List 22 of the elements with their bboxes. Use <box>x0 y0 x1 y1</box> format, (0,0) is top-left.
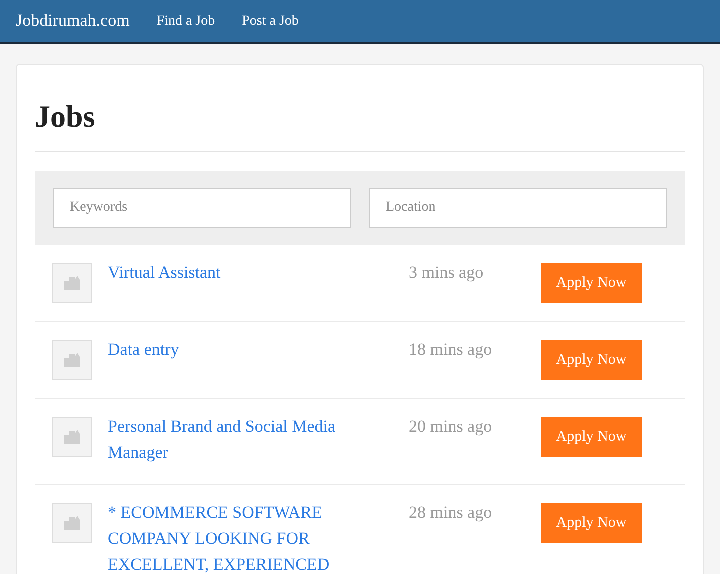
building-icon <box>64 276 80 290</box>
job-title-link[interactable]: Data entry <box>108 337 398 363</box>
apply-button[interactable]: Apply Now <box>541 263 642 303</box>
job-title-link[interactable]: Personal Brand and Social Media Manager <box>108 414 398 466</box>
building-icon <box>64 516 80 530</box>
apply-button[interactable]: Apply Now <box>541 503 642 543</box>
page-title: Jobs <box>35 101 685 152</box>
posted-time: 20 mins ago <box>409 416 494 438</box>
posted-time: 28 mins ago <box>409 502 494 524</box>
building-icon <box>64 353 80 367</box>
job-title-link[interactable]: Virtual Assistant <box>108 260 398 286</box>
location-field[interactable]: Location <box>369 188 667 228</box>
site-logo[interactable]: Jobdirumah.com <box>16 8 130 34</box>
apply-button[interactable]: Apply Now <box>541 417 642 457</box>
posted-time: 3 mins ago <box>409 262 485 284</box>
posted-time: 18 mins ago <box>409 339 494 361</box>
job-title-link[interactable]: * ECOMMERCE SOFTWARE COMPANY LOOKING FOR EXCELLENT, EXPERIENCED <box>108 500 398 574</box>
building-icon <box>64 430 80 444</box>
nav-link[interactable]: Post a Job <box>242 10 299 32</box>
apply-button[interactable]: Apply Now <box>541 340 642 380</box>
keywords-field[interactable]: Keywords <box>53 188 351 228</box>
nav-link[interactable]: Find a Job <box>156 10 216 32</box>
